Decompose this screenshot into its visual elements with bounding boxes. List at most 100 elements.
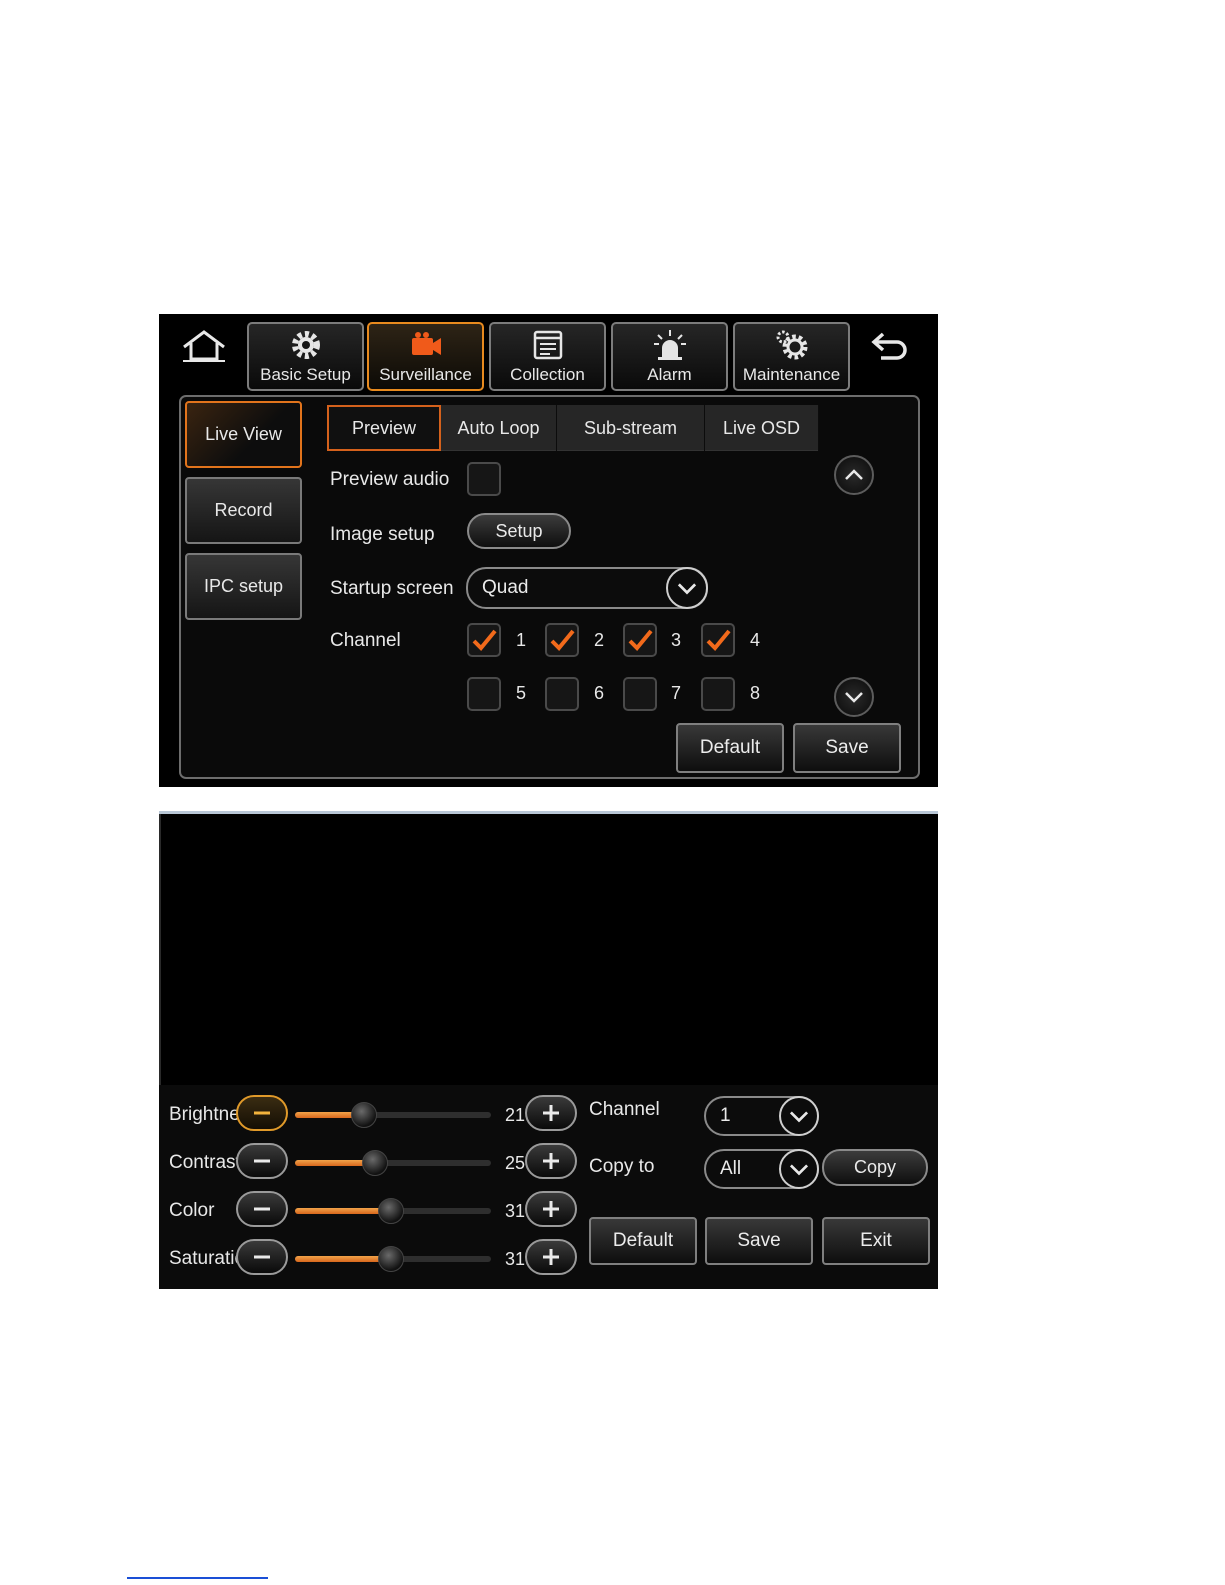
image-channel-select[interactable]: 1 (704, 1096, 819, 1136)
minus-icon (254, 1255, 270, 1259)
channel-4-checkbox[interactable] (701, 623, 735, 657)
plus-icon (543, 1249, 559, 1265)
contrast-plus-button[interactable] (525, 1143, 577, 1179)
sub-tab-bar: Preview Auto Loop Sub-stream Live OSD (327, 405, 819, 451)
tab-collection[interactable]: Collection (489, 322, 606, 391)
channel-number: 6 (594, 683, 605, 703)
channel-8-checkbox[interactable] (701, 677, 735, 711)
subtab-sub-stream[interactable]: Sub-stream (557, 405, 705, 451)
checkmark-icon (628, 629, 653, 651)
image-setup-panel: Brightness 21 Contrast 25 Color (159, 811, 938, 1289)
saturation-slider[interactable] (295, 1246, 491, 1272)
brightness-label: Brightness (169, 1104, 239, 1125)
brightness-minus-button[interactable] (236, 1095, 288, 1131)
tab-maintenance[interactable]: Maintenance (733, 322, 850, 391)
scroll-down-button[interactable] (834, 677, 874, 717)
side-item-ipc-setup[interactable]: IPC setup (185, 553, 302, 620)
channel-label: Channel (330, 630, 401, 651)
tab-label: Surveillance (379, 365, 472, 384)
channel-5-checkbox[interactable] (467, 677, 501, 711)
gear-icon (291, 331, 320, 359)
image-channel-label: Channel (589, 1099, 660, 1120)
chevron-down-icon (845, 692, 863, 703)
color-minus-button[interactable] (236, 1191, 288, 1227)
side-item-record[interactable]: Record (185, 477, 302, 544)
slider-knob[interactable] (350, 1102, 377, 1128)
slider-fill (295, 1256, 392, 1262)
saturation-plus-button[interactable] (525, 1239, 577, 1275)
setup-button[interactable]: Setup (467, 513, 571, 549)
subtab-preview[interactable]: Preview (327, 405, 441, 451)
image-save-button[interactable]: Save (705, 1217, 813, 1265)
side-item-label: Live View (205, 424, 282, 444)
channel-3-checkbox[interactable] (623, 623, 657, 657)
exit-button[interactable]: Exit (822, 1217, 930, 1265)
default-button-label: Default (699, 737, 761, 758)
channel-1-checkbox[interactable] (467, 623, 501, 657)
brightness-slider[interactable] (295, 1102, 491, 1128)
tab-alarm[interactable]: Alarm (611, 322, 728, 391)
save-button-label: Save (737, 1230, 781, 1251)
slider-knob[interactable] (378, 1198, 405, 1224)
subtab-label: Auto Loop (457, 417, 540, 438)
minus-icon (254, 1207, 270, 1211)
preview-audio-label: Preview audio (330, 469, 450, 490)
channel-number: 1 (516, 630, 527, 650)
chevron-down-icon[interactable] (779, 1149, 819, 1189)
preview-audio-checkbox[interactable] (467, 462, 501, 496)
image-default-button[interactable]: Default (589, 1217, 697, 1265)
brightness-plus-button[interactable] (525, 1095, 577, 1131)
chevron-down-icon[interactable] (779, 1096, 819, 1136)
channel-2-checkbox[interactable] (545, 623, 579, 657)
tab-label: Collection (510, 365, 585, 384)
video-preview-area (159, 814, 938, 1085)
side-item-label: IPC setup (203, 576, 284, 596)
contrast-slider[interactable] (295, 1150, 491, 1176)
content-frame: Live View Record IPC setup Preview Auto … (179, 395, 920, 779)
subtab-live-osd[interactable]: Live OSD (705, 405, 819, 451)
copy-to-select[interactable]: All (704, 1149, 819, 1189)
tab-surveillance[interactable]: Surveillance (367, 322, 484, 391)
default-button-label: Default (612, 1230, 674, 1251)
contrast-label: Contrast (169, 1152, 239, 1173)
tab-basic-setup[interactable]: Basic Setup (247, 322, 364, 391)
home-icon (183, 330, 225, 362)
minus-icon (254, 1111, 270, 1115)
channel-number: 5 (516, 683, 527, 703)
side-item-live-view[interactable]: Live View (185, 401, 302, 468)
saturation-minus-button[interactable] (236, 1239, 288, 1275)
slider-knob[interactable] (378, 1246, 405, 1272)
saturation-value: 31 (504, 1249, 525, 1269)
home-button[interactable] (181, 328, 227, 364)
copy-button-label: Copy (853, 1157, 897, 1177)
window-icon (533, 330, 562, 360)
copy-to-label: Copy to (589, 1156, 655, 1177)
footer-link-underline (127, 1577, 268, 1579)
plus-icon (543, 1201, 559, 1217)
brightness-value: 21 (504, 1105, 525, 1125)
side-item-label: Record (214, 500, 273, 520)
scroll-up-button[interactable] (834, 455, 874, 495)
subtab-auto-loop[interactable]: Auto Loop (441, 405, 557, 451)
startup-screen-select[interactable]: Quad (466, 567, 708, 609)
tab-label: Maintenance (742, 365, 841, 384)
contrast-minus-button[interactable] (236, 1143, 288, 1179)
chevron-down-icon[interactable] (666, 567, 708, 609)
channel-number: 2 (594, 630, 605, 650)
default-button[interactable]: Default (676, 723, 784, 773)
copy-button[interactable]: Copy (822, 1149, 928, 1186)
channel-7-checkbox[interactable] (623, 677, 657, 711)
startup-screen-value: Quad (482, 577, 529, 598)
back-arrow-icon (871, 332, 907, 360)
color-slider[interactable] (295, 1198, 491, 1224)
save-button[interactable]: Save (793, 723, 901, 773)
image-controls: Brightness 21 Contrast 25 Color (159, 1085, 938, 1289)
channel-number: 3 (671, 630, 682, 650)
image-setup-label: Image setup (330, 524, 435, 545)
checkmark-icon (472, 629, 497, 651)
color-plus-button[interactable] (525, 1191, 577, 1227)
slider-knob[interactable] (362, 1150, 389, 1176)
minus-icon (254, 1159, 270, 1163)
channel-6-checkbox[interactable] (545, 677, 579, 711)
back-button[interactable] (869, 328, 913, 364)
